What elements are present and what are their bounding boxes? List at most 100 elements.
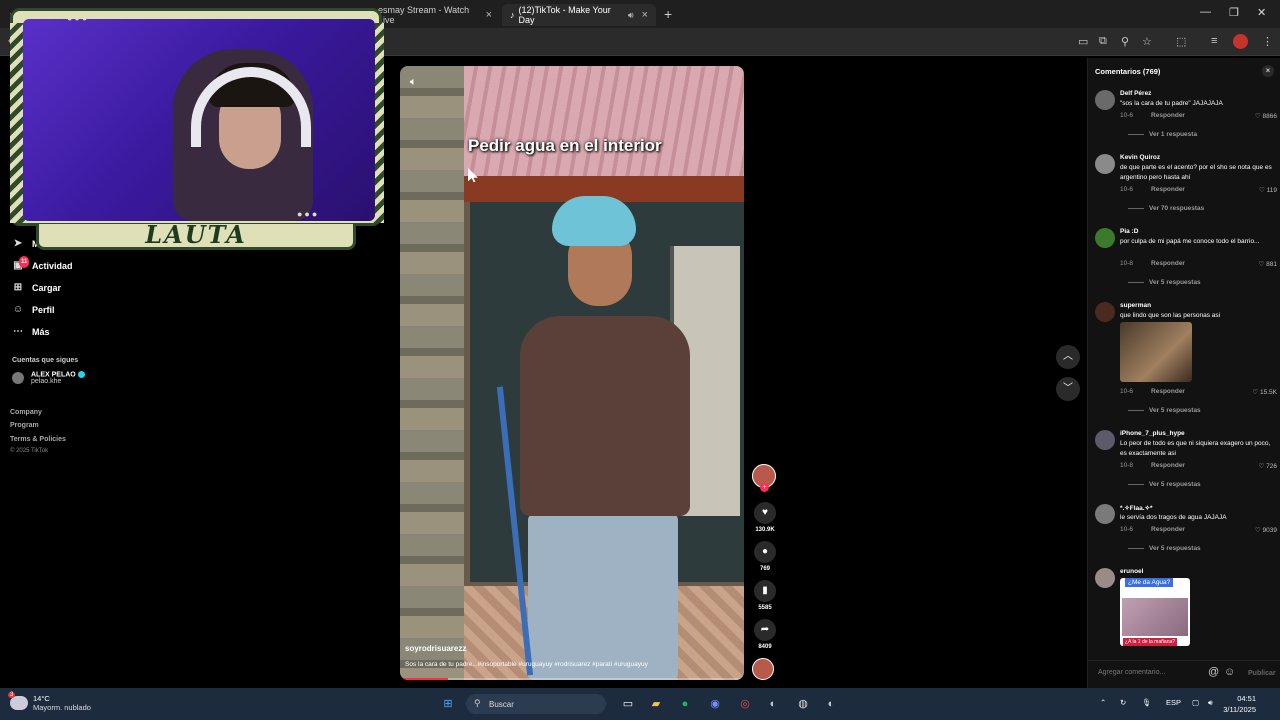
reply-button[interactable]: Responder [1151, 388, 1185, 395]
comment-input[interactable]: Agregar comentario... [1098, 669, 1165, 676]
reply-button[interactable]: Responder [1151, 186, 1185, 193]
tab-tiktok[interactable]: ♪ (12)TikTok - Make Your Day 🔊︎ × [502, 4, 656, 26]
frame-dots: ●●● [297, 209, 320, 219]
maximize-icon[interactable]: ❐ [1229, 6, 1239, 19]
language-indicator[interactable]: ESP [1166, 698, 1181, 707]
previous-video-button[interactable]: ︿ [1056, 345, 1080, 369]
steam-icon[interactable]: ◐ [764, 695, 782, 713]
start-icon[interactable]: ⊞ [439, 695, 457, 713]
discord-icon[interactable]: ◉ [706, 695, 724, 713]
file-explorer-icon[interactable]: ▰ [647, 695, 665, 713]
comment-user[interactable]: Pia :D [1120, 228, 1138, 235]
tab-stream[interactable]: esmay Stream - Watch Live × [370, 4, 500, 26]
avatar[interactable] [1095, 228, 1115, 248]
avatar[interactable] [1095, 504, 1115, 524]
comment-sticker[interactable]: ¿Me da Agua? ¿A la 1 de la mañana? [1120, 578, 1190, 646]
microphone-icon[interactable]: 🎙︎ [1142, 698, 1152, 707]
extensions-icon[interactable]: ⬚ [1176, 35, 1186, 48]
comment-likes[interactable]: ♡ 8866 [1255, 112, 1277, 120]
avatar[interactable] [1095, 90, 1115, 110]
video-player[interactable]: 🔈︎ Pedir agua en el interior soyrodrisua… [400, 66, 744, 680]
reply-button[interactable]: Responder [1151, 526, 1185, 533]
view-replies-button[interactable]: Ver 5 respuestas [1128, 481, 1201, 488]
close-icon[interactable]: × [642, 9, 648, 21]
volume-icon[interactable]: 🔊︎ [1208, 698, 1213, 708]
view-replies-button[interactable]: Ver 5 respuestas [1128, 407, 1201, 414]
follow-plus-icon[interactable]: + [760, 483, 769, 492]
publish-button[interactable]: Publicar [1248, 670, 1276, 677]
view-replies-button[interactable]: Ver 1 respuesta [1128, 131, 1197, 138]
save-button[interactable]: ▮ 5585 [752, 580, 778, 611]
share-button[interactable]: ➦ 8409 [752, 619, 778, 650]
next-video-button[interactable]: ﹀ [1056, 377, 1080, 401]
profile-avatar[interactable] [1233, 34, 1248, 49]
comment-user[interactable]: Delf Pérez [1120, 90, 1151, 97]
speaker-icon[interactable]: 🔊︎ [628, 10, 634, 21]
avatar[interactable] [1095, 302, 1115, 322]
comment-user[interactable]: iPhone_7_plus_hype [1120, 430, 1185, 437]
sidebar-item-profile[interactable]: ☺ Perfil [12, 304, 55, 316]
comment-image[interactable] [1120, 322, 1192, 382]
comment-likes[interactable]: ♡ 15.5K [1252, 388, 1277, 396]
heart-outline-icon: ♡ [1258, 187, 1265, 194]
comments-panel: Comentarios (769) × Delf Pérez "sos la c… [1087, 58, 1280, 688]
network-icon[interactable]: ▢ [1192, 698, 1199, 707]
chrome-icon[interactable]: ◎ [736, 695, 754, 713]
comment-likes[interactable]: ♡ 9039 [1255, 526, 1277, 534]
sidebar-item-upload[interactable]: ⊞ Cargar [12, 282, 61, 294]
task-view-icon[interactable]: ▭ [619, 695, 637, 713]
sidebar-item-activity[interactable]: ▣ 11 Actividad [12, 256, 73, 272]
following-user[interactable]: ALEX PELAO pelao.khe [12, 371, 85, 385]
star-icon[interactable]: ☆ [1142, 35, 1152, 48]
comment-user[interactable]: superman [1120, 302, 1151, 309]
comment-user[interactable]: Kevin Quiroz [1120, 154, 1160, 161]
steam-icon[interactable]: ◐ [822, 695, 840, 713]
comment-likes[interactable]: ♡ 726 [1259, 462, 1278, 470]
cast-icon[interactable]: ▭ [1078, 35, 1088, 48]
footer-link-company[interactable]: Company [10, 409, 42, 416]
comment-like-count: 881 [1266, 261, 1277, 268]
avatar[interactable] [1095, 568, 1115, 588]
reply-button[interactable]: Responder [1151, 260, 1185, 267]
view-replies-button[interactable]: Ver 5 respuestas [1128, 545, 1201, 552]
sidebar-item-more[interactable]: ⋯ Más [12, 326, 50, 338]
comment-likes[interactable]: ♡ 119 [1259, 186, 1277, 194]
mention-icon[interactable]: @ [1208, 666, 1219, 678]
weather-widget[interactable]: 3 14°C Mayorm. nublado [8, 692, 91, 712]
comment-user[interactable]: *.✧Flaa.✧* [1120, 504, 1153, 512]
view-replies-button[interactable]: Ver 5 respuestas [1128, 279, 1201, 286]
chevron-up-icon[interactable]: ⌃ [1100, 698, 1106, 707]
comment-button[interactable]: ● 769 [752, 541, 778, 572]
view-replies-button[interactable]: Ver 70 respuestas [1128, 205, 1204, 212]
close-icon[interactable]: × [486, 9, 492, 21]
comment-likes[interactable]: ♡ 881 [1259, 260, 1278, 268]
reply-button[interactable]: Responder [1151, 462, 1185, 469]
reply-button[interactable]: Responder [1151, 112, 1185, 119]
new-tab-icon[interactable]: + [664, 6, 672, 22]
footer-link-terms[interactable]: Terms & Policies [10, 436, 66, 443]
zoom-icon[interactable]: ⚲ [1121, 35, 1129, 48]
sync-icon[interactable]: ↻ [1120, 698, 1126, 707]
menu-kebab-icon[interactable]: ⋮ [1262, 35, 1273, 48]
avatar[interactable] [1095, 154, 1115, 174]
avatar[interactable] [1095, 430, 1115, 450]
footer-link-program[interactable]: Program [10, 422, 39, 429]
translate-icon[interactable]: ⧉ [1099, 35, 1107, 48]
close-comments-button[interactable]: × [1262, 65, 1274, 77]
clock[interactable]: 04:51 3/11/2025 [1223, 693, 1256, 715]
window-close-icon[interactable]: ✕ [1257, 6, 1266, 19]
comment-text: "sos la cara de tu padre" JAJAJAJA [1120, 100, 1223, 107]
video-progress-bar[interactable] [400, 678, 744, 680]
creator-avatar-button[interactable]: + [752, 464, 778, 492]
minimize-icon[interactable]: — [1200, 6, 1211, 18]
app-icon[interactable]: ◍ [794, 695, 812, 713]
volume-icon[interactable]: 🔈︎ [410, 76, 417, 89]
sound-avatar-button[interactable] [752, 658, 778, 680]
spotify-icon[interactable]: ● [676, 695, 694, 713]
video-author[interactable]: soyrodrisuarezz [405, 644, 466, 653]
emoji-icon[interactable]: ☺ [1224, 666, 1235, 678]
comment-user[interactable]: erunoel [1120, 568, 1143, 575]
playlist-icon[interactable]: ≡ [1211, 35, 1217, 47]
taskbar-search[interactable]: ⚲ Buscar [466, 694, 606, 714]
like-button[interactable]: ♥ 130.9K [752, 502, 778, 533]
